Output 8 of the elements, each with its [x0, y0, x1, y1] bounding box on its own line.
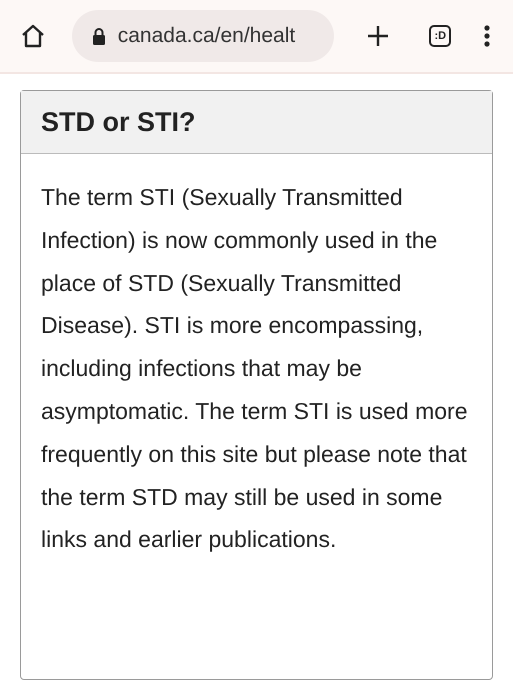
lock-icon	[92, 27, 106, 45]
card-title: STD or STI?	[41, 106, 196, 138]
address-bar[interactable]: canada.ca/en/healt	[72, 10, 334, 62]
tab-switcher[interactable]: :D	[429, 25, 452, 47]
home-icon[interactable]	[20, 23, 46, 49]
plus-icon[interactable]	[366, 24, 390, 48]
body-text: The term STI (Sexually Transmitted Infection) is now commonly used in the place of STD (Sexually Transmitted Disease). STI is more encompassing, including infections that may be asymptomatic. The term STI is used more frequently on this site but please note that the term STD may still be used in some links and earlier publications.	[40, 183, 468, 554]
menu-icon[interactable]	[483, 24, 491, 48]
